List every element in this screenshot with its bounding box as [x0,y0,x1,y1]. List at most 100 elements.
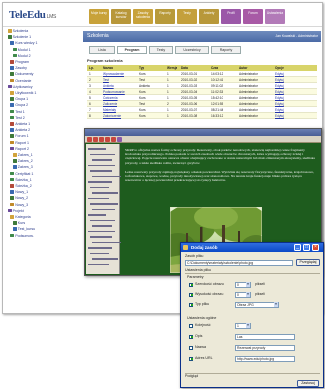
tree-item[interactable]: Raport 1 [10,140,29,146]
tree-item[interactable]: Raport 2 [10,146,29,152]
tree-item[interactable]: Użytkownik 1 [10,91,36,96]
tree-item[interactable]: Ankieta 2 [10,128,30,133]
minimize-icon[interactable]: _ [294,244,301,251]
tree-item[interactable]: Ścieżka_1 [10,177,32,183]
tree-item[interactable]: Certyfikat 1 [10,171,33,177]
tree-item[interactable]: Grupa 2 [10,103,28,108]
browse-button[interactable]: Przeglądaj [296,259,320,266]
nav-tab[interactable]: Zasoby szkolenia [133,9,153,24]
tree-item[interactable]: Użytkownicy [7,84,33,90]
tree-item[interactable]: Nowy_3 [10,202,28,208]
toc-item[interactable] [90,252,109,254]
toc-item[interactable] [90,170,112,172]
nav-tab[interactable]: Moje kursy [89,9,109,24]
toc-item[interactable] [88,214,106,216]
tree-item[interactable]: Zakres_2 [12,159,33,164]
field-checkbox[interactable] [189,345,193,350]
apply-button[interactable]: Zastosuj [297,380,319,387]
edit-link[interactable]: Edytuj [275,113,284,119]
field-checkbox[interactable] [189,302,193,307]
toc-item[interactable] [88,247,112,249]
field-checkbox[interactable] [189,356,193,361]
help-icon[interactable] [111,137,116,142]
tree-item[interactable]: Nowy_2 [10,196,28,201]
nav-tab[interactable]: Forum [243,9,263,24]
tree-item[interactable]: Projekt [7,208,24,214]
toc-item[interactable] [90,236,112,238]
toc-item[interactable] [92,192,118,194]
field-checkbox[interactable] [189,334,193,339]
tree-item[interactable]: Forum 1 [10,134,29,139]
tree-item[interactable]: Ścieżka_2 [10,184,32,189]
toc-item[interactable] [88,230,115,232]
tree-item[interactable]: Zasoby [10,66,27,71]
tree-item[interactable]: Moduł 2 [12,53,31,59]
content-tab[interactable]: Lista [89,46,115,54]
user-info[interactable]: Jan Kowalski - Administrator [275,33,318,40]
table-row[interactable]: 8 Zakończenie Kurs 1 2010-03-08 16:33:12 Admin… [87,113,317,119]
nav-tab[interactable]: Testy [177,9,197,24]
content-tab[interactable]: Raporty [211,46,241,54]
close-icon[interactable]: × [312,244,319,251]
toc-item[interactable] [92,241,121,243]
tree-item[interactable]: Kategoria [10,215,31,220]
toc-item[interactable] [90,153,115,155]
toc-item[interactable] [90,203,118,205]
field-select[interactable]: 0 [235,291,251,298]
nav-tab[interactable]: Raporty [155,9,175,24]
toc-item[interactable] [92,208,115,210]
toc-item[interactable] [92,159,112,161]
tree-item[interactable]: Kurs wiedzy 1 [10,41,38,46]
field-checkbox[interactable] [189,292,193,297]
nav-tab[interactable]: Katalog kursów [111,9,131,24]
file-path-input[interactable]: C:\Dokumenty\materialy\szkolenie\photo.j… [185,260,293,266]
exit-icon[interactable] [117,137,122,142]
field-checkbox[interactable] [189,323,193,328]
tree-item[interactable]: Zakres_3 [12,165,33,170]
field-input[interactable]: Rezerwat przyrody [235,344,295,351]
nav-tab[interactable]: Ankiety [199,9,219,24]
content-tab[interactable]: Program [117,46,147,54]
tree-item[interactable]: Test_kursu [12,227,35,232]
field-input[interactable]: http://www.edu/photo.jpg [235,355,295,362]
table-cell[interactable]: Zakończenie [103,113,121,119]
tree-item[interactable]: Szkolenie 1 [7,35,31,40]
tree-item[interactable]: Test 2 [10,115,25,121]
tree-item[interactable]: Kurs [12,221,25,226]
toc-item[interactable] [92,225,112,227]
maximize-icon[interactable]: □ [303,244,310,251]
tree-item[interactable]: Ocenianie [10,78,31,84]
toc-item[interactable] [90,219,115,221]
toc-item[interactable] [92,258,118,260]
toc-item[interactable] [88,164,115,166]
field-input[interactable]: Las [235,333,295,340]
tree-item[interactable]: Zakres_1 [12,153,33,158]
content-tab[interactable]: Testy [149,46,173,54]
field-select[interactable]: Obraz JPG [235,301,279,308]
tree-item[interactable]: Program [10,60,29,65]
tree-item[interactable]: Szkolenia [7,29,28,34]
field-select[interactable]: 0 [235,281,251,288]
nav-tab[interactable]: Profil [221,9,241,24]
tree-item[interactable]: Test 1 [10,109,25,115]
field-checkbox[interactable] [189,282,193,287]
home-icon[interactable] [99,137,104,142]
toc-item[interactable] [90,186,109,188]
toc-item[interactable] [92,175,121,177]
tree-item[interactable]: Dokumenty [10,72,33,77]
toc-item[interactable] [88,148,106,150]
tree-item[interactable]: Grupa 1 [10,97,28,102]
content-tab[interactable]: Uczestnicy [175,46,209,54]
nav-tab[interactable]: Ustawienia [265,9,285,24]
toc-item[interactable] [88,197,109,199]
tree-item[interactable]: Moduł 1 [12,47,31,53]
back-icon[interactable] [87,137,92,142]
tree-item[interactable]: Nowy_1 [10,190,28,195]
toc-item[interactable] [88,263,109,265]
tree-item[interactable]: Ankieta 1 [10,122,30,127]
brand-logo[interactable]: TeleEduLMS [9,9,56,21]
tree-item[interactable]: Podsumow. [10,233,34,239]
order-select[interactable]: 1 [235,322,251,329]
print-icon[interactable] [105,137,110,142]
toc-item[interactable] [88,181,112,183]
